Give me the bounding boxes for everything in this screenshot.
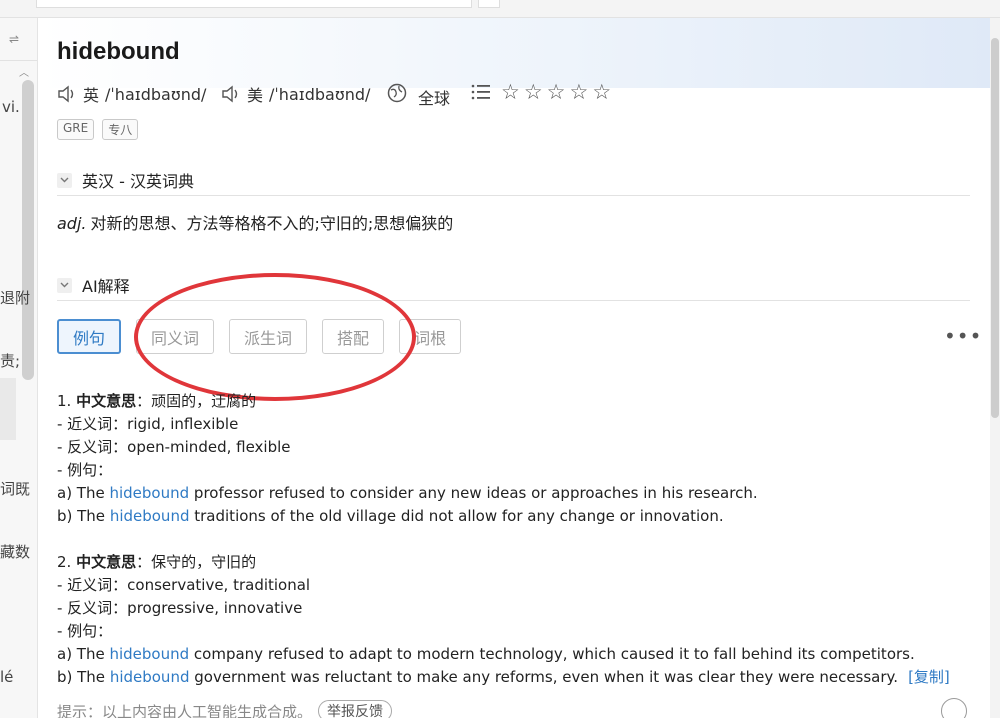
star-icon: ☆ [523, 80, 543, 104]
list-icon[interactable] [471, 83, 491, 101]
tag-tem8: 专八 [102, 119, 139, 140]
left-list-pane: ⇌ ︿ vi. 退附 责; 词既 藏数 lé [0, 18, 38, 718]
dict-section-header[interactable]: 英汉 - 汉英词典 [57, 168, 194, 192]
meaning-block-1: 1. 中文意思：顽固的，迂腐的 - 近义词：rigid, inflexible … [57, 390, 950, 528]
meaning-heading: 2. 中文意思：保守的，守旧的 [57, 551, 950, 574]
left-list-item[interactable]: lé [0, 668, 13, 686]
part-of-speech: adj. [57, 214, 87, 233]
highlight-word[interactable]: hidebound [110, 668, 190, 686]
meaning-label: 中文意思 [76, 553, 137, 571]
chevron-down-icon[interactable] [57, 277, 72, 293]
example-rest: government was reluctant to make any ref… [189, 668, 899, 686]
uk-region: 英 [83, 86, 100, 105]
top-button-edge [478, 0, 500, 8]
example-sentence: a) The hidebound professor refused to co… [57, 482, 950, 505]
dict-section-title: 英汉 - 汉英词典 [82, 172, 194, 191]
left-scrollbar[interactable] [22, 80, 34, 380]
left-list-item[interactable]: 退附 [0, 287, 30, 308]
meaning-heading: 1. 中文意思：顽固的，迂腐的 [57, 390, 950, 413]
speaker-icon[interactable] [221, 85, 241, 103]
exam-tags: GRE 专八 [57, 119, 139, 140]
highlight-word[interactable]: hidebound [109, 645, 189, 663]
example-prefix: a) The [57, 645, 110, 663]
global-label[interactable]: 全球 [418, 85, 450, 109]
meaning-text: ：保守的，守旧的 [136, 553, 257, 571]
ai-section-header[interactable]: AI解释 [57, 273, 130, 297]
main-scrollbar[interactable] [990, 18, 1000, 718]
us-pronunciation[interactable]: 美 /ˈhaɪdbaʊnd/ [221, 82, 370, 106]
report-feedback-button[interactable]: 举报反馈 [318, 700, 393, 718]
left-list-item[interactable]: 词既 [0, 478, 30, 499]
window-top-strip [0, 0, 1000, 18]
left-divider [0, 60, 37, 61]
chevron-down-icon[interactable] [57, 172, 72, 188]
header-background [38, 18, 990, 88]
speaker-icon[interactable] [57, 85, 77, 103]
headword: hidebound [57, 38, 180, 65]
ai-content: 1. 中文意思：顽固的，迂腐的 - 近义词：rigid, inflexible … [57, 390, 950, 712]
us-ipa: /ˈhaɪdbaʊnd/ [269, 84, 371, 104]
top-input-edge [36, 0, 472, 8]
more-options-icon[interactable]: ••• [944, 324, 982, 348]
star-icon: ☆ [501, 80, 520, 104]
scrollbar-thumb[interactable] [991, 38, 999, 418]
scroll-up-icon[interactable]: ︿ [19, 64, 29, 79]
meaning-block-2: 2. 中文意思：保守的，守旧的 - 近义词：conservative, trad… [57, 551, 950, 689]
uk-ipa: /ˈhaɪdbaʊnd/ [105, 84, 207, 104]
definition: adj. 对新的思想、方法等格格不入的;守旧的;思想偏狭的 [57, 210, 453, 234]
meaning-label: 中文意思 [76, 392, 137, 410]
star-icon: ☆ [569, 80, 589, 104]
antonyms-line: - 反义词：open-minded, flexible [57, 438, 291, 456]
example-rest: company refused to adapt to modern techn… [189, 645, 915, 663]
rating-stars: ☆ ☆ ☆ ☆ ☆ [501, 81, 611, 103]
antonyms-line: - 反义词：progressive, innovative [57, 599, 303, 617]
section-divider [57, 195, 970, 196]
globe-icon[interactable] [387, 83, 407, 103]
synonyms-line: - 近义词：rigid, inflexible [57, 415, 239, 433]
example-sentence: a) The hidebound company refused to adap… [57, 643, 950, 666]
tab-examples[interactable]: 例句 [57, 319, 122, 354]
chat-icon[interactable] [941, 698, 967, 718]
meaning-text: ：顽固的，迂腐的 [136, 392, 257, 410]
examples-label: - 例句： [57, 622, 113, 640]
ai-disclaimer: 提示：以上内容由人工智能生成合成。 [57, 702, 313, 718]
highlight-word[interactable]: hidebound [109, 484, 189, 502]
tag-gre: GRE [57, 119, 95, 140]
example-prefix: b) The [57, 507, 110, 525]
highlight-word[interactable]: hidebound [110, 507, 190, 525]
star-icon: ☆ [592, 80, 612, 104]
left-list-item[interactable]: vi. [2, 98, 20, 116]
example-sentence: b) The hidebound traditions of the old v… [57, 505, 950, 528]
star-icon: ☆ [546, 80, 566, 104]
example-rest: professor refused to consider any new id… [189, 484, 758, 502]
example-prefix: b) The [57, 668, 110, 686]
meaning-number: 2. [57, 553, 72, 571]
uk-pronunciation[interactable]: 英 /ˈhaɪdbaʊnd/ [57, 82, 206, 106]
us-region: 美 [247, 86, 264, 105]
copy-link[interactable]: [复制] [908, 668, 950, 686]
left-selected-item[interactable] [0, 378, 16, 440]
footer-notice: 提示：以上内容由人工智能生成合成。 举报反馈 [57, 700, 393, 718]
ai-section-title: AI解释 [82, 277, 130, 296]
synonyms-line: - 近义词：conservative, traditional [57, 576, 311, 594]
left-list-item[interactable]: 责; [0, 350, 20, 371]
example-sentence: b) The hidebound government was reluctan… [57, 666, 950, 689]
meaning-number: 1. [57, 392, 72, 410]
definition-text: 对新的思想、方法等格格不入的;守旧的;思想偏狭的 [90, 214, 454, 233]
annotation-circle [134, 273, 416, 401]
example-rest: traditions of the old village did not al… [189, 507, 724, 525]
example-prefix: a) The [57, 484, 110, 502]
entry-panel: hidebound 英 /ˈhaɪdbaʊnd/ 美 /ˈhaɪdbaʊnd/ … [38, 18, 990, 718]
left-list-item[interactable]: 藏数 [0, 541, 30, 562]
swap-icon[interactable]: ⇌ [9, 32, 19, 46]
examples-label: - 例句： [57, 461, 113, 479]
